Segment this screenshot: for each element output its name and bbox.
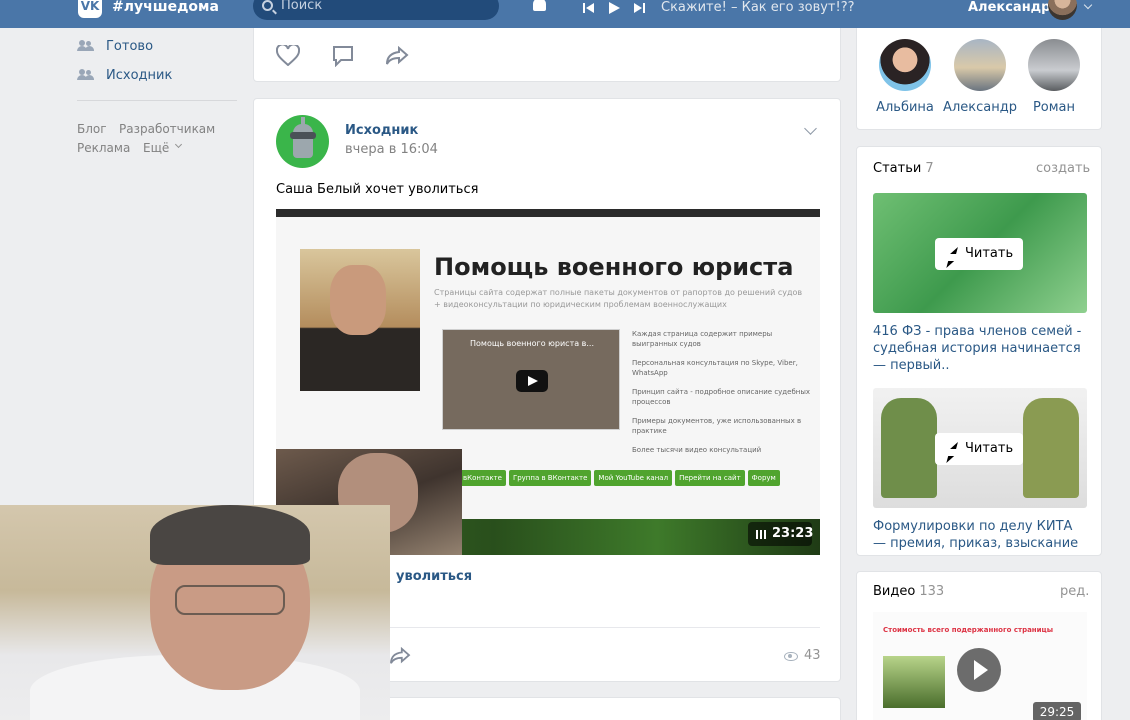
friend-name: Альбина <box>876 100 934 115</box>
footer-link-blog[interactable]: Блог <box>77 122 107 136</box>
share-icon[interactable] <box>389 646 411 669</box>
feature-item: Каждая страница содержит примеры выигран… <box>632 330 773 348</box>
lightning-icon <box>950 442 958 449</box>
embedded-video-title: Помощь военного юриста в... <box>470 339 595 348</box>
search-placeholder: Поиск <box>281 0 323 13</box>
lightning-icon <box>950 247 958 254</box>
views-count: 43 <box>804 648 821 663</box>
site-button: вКонтакте <box>459 470 506 486</box>
video-player[interactable]: Помощь военного юриста Страницы сайта со… <box>276 209 820 555</box>
friend-avatar <box>879 39 931 91</box>
play-icon[interactable] <box>957 648 1001 692</box>
footer-link-developers[interactable]: Разработчикам <box>119 122 215 136</box>
article-cover[interactable]: Читать <box>873 388 1087 508</box>
search-input[interactable]: Поиск <box>253 0 499 20</box>
prev-track-icon[interactable] <box>583 2 595 14</box>
post-author-avatar[interactable] <box>276 115 329 168</box>
group-icon <box>77 40 95 51</box>
articles-block: Статьи 7 создать Читать 416 ФЗ - права чл… <box>856 146 1102 556</box>
chevron-down-icon[interactable] <box>804 122 817 135</box>
site-button: Форум <box>747 470 780 486</box>
chevron-down-icon[interactable] <box>1083 0 1093 10</box>
video-subheading: Страницы сайта содержат полные пакеты до… <box>434 288 803 309</box>
previous-post-actions <box>253 24 841 82</box>
feature-item: Персональная консультация по Skype, Vibe… <box>632 359 798 377</box>
search-icon <box>262 0 273 11</box>
videos-block: Видео 133 ред. Стоимость всего подержанно… <box>856 571 1102 720</box>
video-thumbnail[interactable]: Стоимость всего подержанного страницы 29… <box>873 612 1087 720</box>
comment-icon[interactable] <box>332 45 354 71</box>
equalizer-icon <box>756 530 766 539</box>
video-site-buttons: вКонтакте Группа в ВКонтакте Мой YouTube к… <box>459 469 783 487</box>
feature-item: Более тысячи видео консультаций <box>632 446 762 454</box>
site-button: Группа в ВКонтакте <box>508 470 592 486</box>
group-icon <box>77 69 95 80</box>
videos-header[interactable]: Видео 133 <box>873 584 944 599</box>
lawyer-photo <box>300 249 420 391</box>
youtube-play-icon <box>516 370 548 392</box>
friends-block: Альбина Александр Роман <box>856 24 1102 130</box>
share-icon[interactable] <box>385 45 409 70</box>
friend-avatar <box>954 39 1006 91</box>
vk-logo[interactable]: VK <box>78 0 102 18</box>
footer-link-more[interactable]: Ещё <box>143 141 169 155</box>
article-cover[interactable]: Читать <box>873 193 1087 313</box>
notifications-bell-icon[interactable] <box>530 0 548 14</box>
video-heading: Помощь военного юриста <box>434 253 794 281</box>
post-author[interactable]: Исходник <box>345 123 418 138</box>
post-text: Саша Белый хочет уволиться <box>276 182 479 197</box>
video-thumb-text: Стоимость всего подержанного страницы <box>883 626 1054 634</box>
site-button: Перейти на сайт <box>675 470 745 486</box>
webcam-overlay <box>0 505 390 720</box>
video-duration: 29:25 <box>1033 702 1081 720</box>
feature-item: Принцип сайта - подробное описание судеб… <box>632 388 811 406</box>
like-icon[interactable] <box>275 43 301 70</box>
friend-name: Роман <box>1032 100 1076 115</box>
articles-header[interactable]: Статьи 7 <box>873 161 934 176</box>
read-button[interactable]: Читать <box>935 433 1023 465</box>
views-eye-icon <box>784 652 798 661</box>
post-link-title[interactable]: уволиться <box>396 569 472 584</box>
article-title[interactable]: 416 ФЗ - права членов семей - судебная и… <box>873 323 1087 374</box>
friend-item[interactable]: Альбина <box>875 39 935 119</box>
nav-item-label: Исходник <box>106 68 173 83</box>
friend-item[interactable]: Александр <box>943 39 1017 119</box>
friend-item[interactable]: Роман <box>1024 39 1084 119</box>
nav-item-gotovo[interactable]: Готово <box>77 35 237 55</box>
read-button[interactable]: Читать <box>935 238 1023 270</box>
video-duration: 23:23 <box>748 522 813 546</box>
nav-item-iskhodnik[interactable]: Исходник <box>77 64 237 84</box>
friend-avatar <box>1028 39 1080 91</box>
site-name[interactable]: #лучшедома <box>112 0 219 15</box>
footer-link-ads[interactable]: Реклама <box>77 141 130 155</box>
user-avatar[interactable] <box>1048 0 1077 20</box>
post-time[interactable]: вчера в 16:04 <box>345 142 438 157</box>
now-playing-track[interactable]: Скажите! – Как его зовут!?? <box>661 0 855 15</box>
friend-name: Александр <box>943 100 1017 115</box>
site-button: Мой YouTube канал <box>594 470 673 486</box>
browser-strip <box>276 209 820 217</box>
user-name[interactable]: Александр <box>968 0 1051 15</box>
nav-divider <box>77 100 237 101</box>
feature-list: Каждая страница содержит примеры выигран… <box>632 329 812 464</box>
nav-item-label: Готово <box>106 39 154 54</box>
video-thumb-image <box>883 656 945 708</box>
article-title[interactable]: Формулировки по делу КИТА — премия, прик… <box>873 518 1087 552</box>
edit-videos-link[interactable]: ред. <box>1060 584 1089 599</box>
feature-item: Примеры документов, уже использованных в… <box>632 417 802 435</box>
next-track-icon[interactable] <box>633 2 645 14</box>
chevron-down-icon <box>174 140 183 149</box>
embedded-video: Помощь военного юриста в... <box>442 329 620 430</box>
top-bar: VK #лучшедома Поиск Скажите! – Как его з… <box>0 0 1130 28</box>
play-icon[interactable] <box>607 1 621 15</box>
create-article-link[interactable]: создать <box>1036 161 1090 176</box>
